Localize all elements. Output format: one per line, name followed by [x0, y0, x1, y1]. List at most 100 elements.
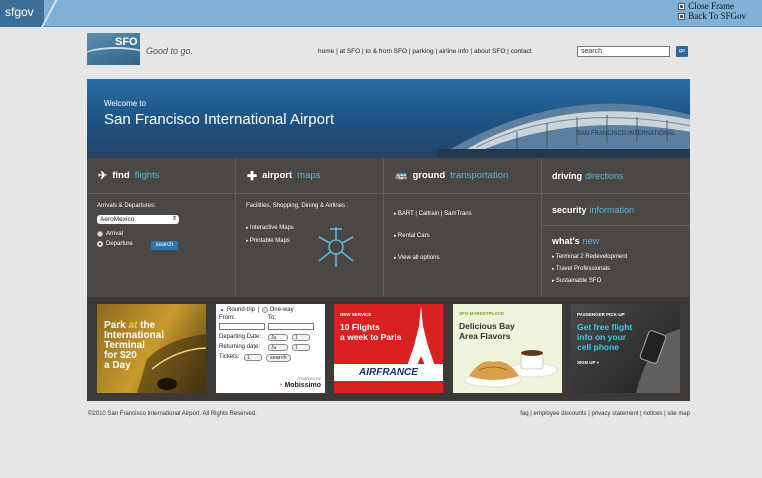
terminal2-link[interactable]: Terminal 2 Redevelopment: [552, 251, 627, 263]
passenger-pickup-banner[interactable]: PASSENGER PICK-UP Get free flight info o…: [571, 304, 680, 393]
airport-maps-heading[interactable]: ✚ airport maps: [236, 158, 383, 194]
building-sign: SAN FRANCISCO INTERNATIONAL: [577, 131, 676, 137]
to-label: To:: [268, 315, 277, 321]
footer-site-map[interactable]: site map: [667, 411, 690, 417]
return-month-select[interactable]: Ju: [268, 344, 288, 351]
sustainable-sfo-link[interactable]: Sustainable SFO: [552, 275, 627, 287]
driving-directions-link[interactable]: driving directions: [542, 158, 690, 194]
hero-banner: Welcome to San Francisco International A…: [87, 79, 690, 158]
find-flights-section: ✈ find flights Arrivals & Departures: Aer…: [87, 158, 236, 297]
new-service-tag: NEW SERVICE: [340, 312, 372, 317]
ground-transportation-section: 🚌 groundtransportation BART | Caltrain |…: [384, 158, 542, 297]
printable-maps-link[interactable]: Printable Maps: [246, 235, 294, 248]
nav-to-from-sfo[interactable]: to & from SFO: [365, 48, 407, 55]
sfgov-frame-bar: sfgov Close Frame Back To SFGov: [0, 0, 762, 30]
info-section: driving directions security information wh…: [542, 158, 690, 297]
depart-month-select[interactable]: Ju: [268, 334, 288, 341]
pickup-tag: PASSENGER PICK-UP: [577, 312, 625, 317]
mobissimo-swoosh-icon: ◔: [278, 382, 283, 389]
car-bus-icon: 🚌: [395, 170, 408, 181]
search-go-button[interactable]: go: [676, 46, 688, 57]
back-icon: [678, 12, 686, 20]
terminal-map-icon: [318, 227, 354, 267]
air-france-banner[interactable]: NEW SERVICE 10 Flights a week to Paris A…: [334, 304, 443, 393]
park-international-banner[interactable]: Park at the International Terminal for $…: [97, 304, 206, 393]
marketplace-tag: SFO MARKETPLACE: [459, 311, 504, 316]
tickets-label: Tickets:: [219, 354, 240, 360]
ground-transportation-heading[interactable]: 🚌 ground transportation: [384, 158, 541, 194]
hero-title: San Francisco International Airport: [104, 111, 335, 128]
view-all-options-link[interactable]: View all options: [394, 247, 472, 269]
flight-search-button[interactable]: search: [151, 241, 178, 250]
interactive-maps-link[interactable]: Interactive Maps: [246, 222, 294, 235]
security-information-link[interactable]: security information: [542, 194, 690, 226]
copyright: ©2010 San Francisco International Airpor…: [88, 411, 257, 417]
phone-hand-image: [636, 329, 680, 393]
quick-links-panel: ✈ find flights Arrivals & Departures: Aer…: [87, 158, 690, 297]
airport-maps-section: ✚ airport maps Facilities, Shopping, Dini…: [236, 158, 384, 297]
footer-links: faq | employee discounts | privacy state…: [520, 411, 690, 417]
back-to-sfgov-link[interactable]: Back To SFGov: [678, 11, 746, 21]
air-france-logo: AIRFRANCE: [334, 364, 443, 381]
footer-notices[interactable]: notices: [643, 411, 662, 417]
hero-welcome: Welcome to: [104, 99, 147, 108]
croissant-coffee-image: [464, 350, 558, 388]
from-input[interactable]: [219, 323, 265, 330]
arrival-radio[interactable]: Arrival: [97, 231, 123, 237]
departing-label: Departing Date:: [219, 334, 262, 340]
departure-radio[interactable]: Departure: [97, 241, 133, 247]
park-banner-text: Park at the International Terminal for $…: [104, 320, 165, 371]
nav-home[interactable]: home: [318, 48, 334, 55]
terminal-building-image: SAN FRANCISCO INTERNATIONAL: [437, 103, 690, 158]
air-france-headline: 10 Flights a week to Paris: [340, 322, 402, 342]
whats-new-links: Terminal 2 Redevelopment Travel Professi…: [552, 251, 627, 287]
promo-banners: Park at the International Terminal for $…: [87, 297, 690, 401]
radio-selected-icon: [97, 241, 103, 247]
close-frame-link[interactable]: Close Frame: [678, 1, 746, 11]
depart-day-select[interactable]: 1: [292, 334, 310, 341]
nav-contact[interactable]: contact: [511, 48, 532, 55]
top-nav: home | at SFO | to & from SFO | parking …: [318, 48, 532, 55]
sfo-logo[interactable]: SFO: [87, 33, 140, 65]
bart-caltrain-link[interactable]: BART | Caltrain | SamTrans: [394, 203, 472, 225]
travel-professionals-link[interactable]: Travel Professionals: [552, 263, 627, 275]
marketplace-headline: Delicious Bay Area Flavors: [459, 321, 515, 341]
plus-icon: ✚: [247, 168, 258, 183]
radio-icon: [97, 231, 103, 237]
flight-booking-widget: Round-trip | One-way From: To: Departing …: [216, 304, 325, 393]
search-input[interactable]: [577, 46, 670, 57]
airline-select[interactable]: AeroMexico: [97, 215, 179, 224]
from-label: From:: [219, 315, 235, 321]
to-input[interactable]: [268, 323, 314, 330]
eiffel-tower-icon: [405, 306, 437, 372]
nav-about-sfo[interactable]: about SFO: [474, 48, 505, 55]
roundtrip-radio[interactable]: [219, 307, 225, 313]
return-day-select[interactable]: 1: [292, 344, 310, 351]
whats-new-heading: what's new: [552, 236, 600, 246]
tagline: Good to go.: [146, 46, 194, 56]
footer-privacy-statement[interactable]: privacy statement: [591, 411, 638, 417]
powered-by-label: POWERED BY: [297, 377, 321, 381]
sign-up-link[interactable]: SIGN UP »: [577, 360, 599, 365]
nav-parking[interactable]: parking: [412, 48, 433, 55]
tickets-select[interactable]: 1: [244, 354, 262, 361]
ground-links: BART | Caltrain | SamTrans Rental Cars V…: [394, 203, 472, 269]
frame-links: Close Frame Back To SFGov: [678, 1, 746, 21]
nav-at-sfo[interactable]: at SFO: [340, 48, 361, 55]
pickup-headline: Get free flight info on your cell phone: [577, 322, 633, 352]
nav-airline-info[interactable]: airline info: [439, 48, 469, 55]
facilities-label: Facilities, Shopping, Dining & Airlines …: [246, 203, 349, 209]
mobissimo-logo[interactable]: ◔ Mobissimo: [278, 382, 321, 389]
footer-faq[interactable]: faq: [520, 411, 528, 417]
footer-employee-discounts[interactable]: employee discounts: [534, 411, 587, 417]
close-frame-icon: [678, 2, 686, 10]
sfo-marketplace-banner[interactable]: SFO MARKETPLACE Delicious Bay Area Flavo…: [453, 304, 562, 393]
airplane-icon: ✈: [98, 170, 108, 182]
booking-search-button[interactable]: search: [266, 354, 291, 362]
trip-type-radios: Round-trip | One-way: [219, 307, 294, 313]
arrivals-label: Arrivals & Departures:: [97, 203, 156, 209]
find-flights-heading[interactable]: ✈ find flights: [87, 158, 235, 194]
rental-cars-link[interactable]: Rental Cars: [394, 225, 472, 247]
oneway-radio[interactable]: [261, 307, 268, 313]
maps-links: Interactive Maps Printable Maps: [246, 222, 294, 248]
